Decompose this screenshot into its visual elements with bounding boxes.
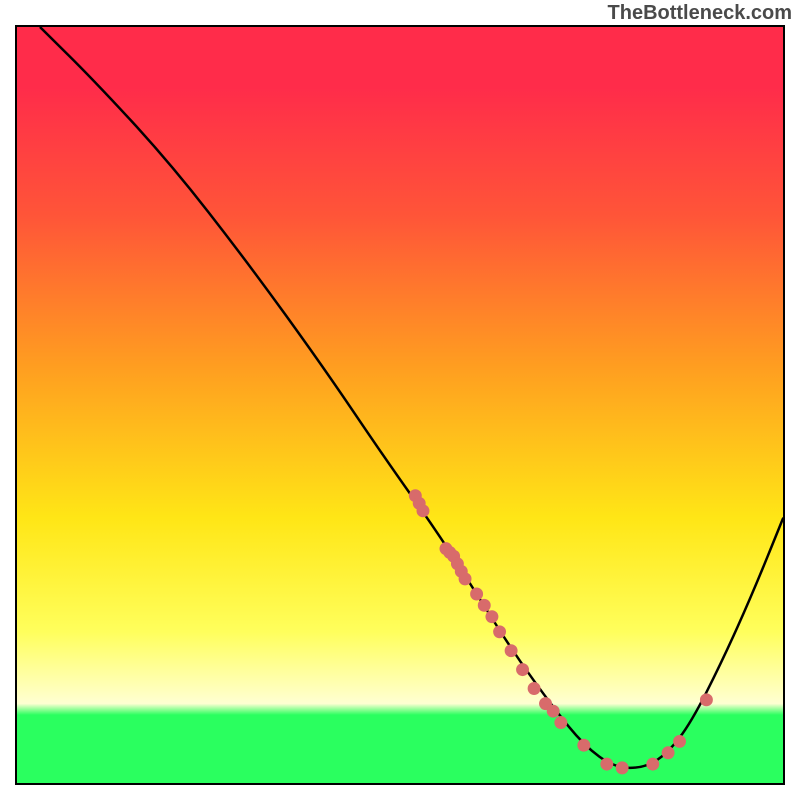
data-marker (616, 761, 629, 774)
data-marker (577, 739, 590, 752)
data-marker (700, 693, 713, 706)
watermark-text: TheBottleneck.com (608, 2, 792, 25)
chart-area (15, 25, 785, 785)
data-marker (600, 758, 613, 771)
data-marker (673, 735, 686, 748)
data-marker (485, 610, 498, 623)
data-marker (662, 746, 675, 759)
data-marker (478, 599, 491, 612)
data-marker (459, 572, 472, 585)
data-marker (417, 504, 430, 517)
bottleneck-curve (40, 27, 783, 768)
chart-svg (17, 27, 783, 783)
data-marker (493, 625, 506, 638)
data-marker (528, 682, 541, 695)
data-marker (547, 705, 560, 718)
data-marker (505, 644, 518, 657)
data-marker (516, 663, 529, 676)
data-marker (470, 588, 483, 601)
data-marker (554, 716, 567, 729)
data-marker (646, 758, 659, 771)
data-markers-group (409, 489, 713, 774)
